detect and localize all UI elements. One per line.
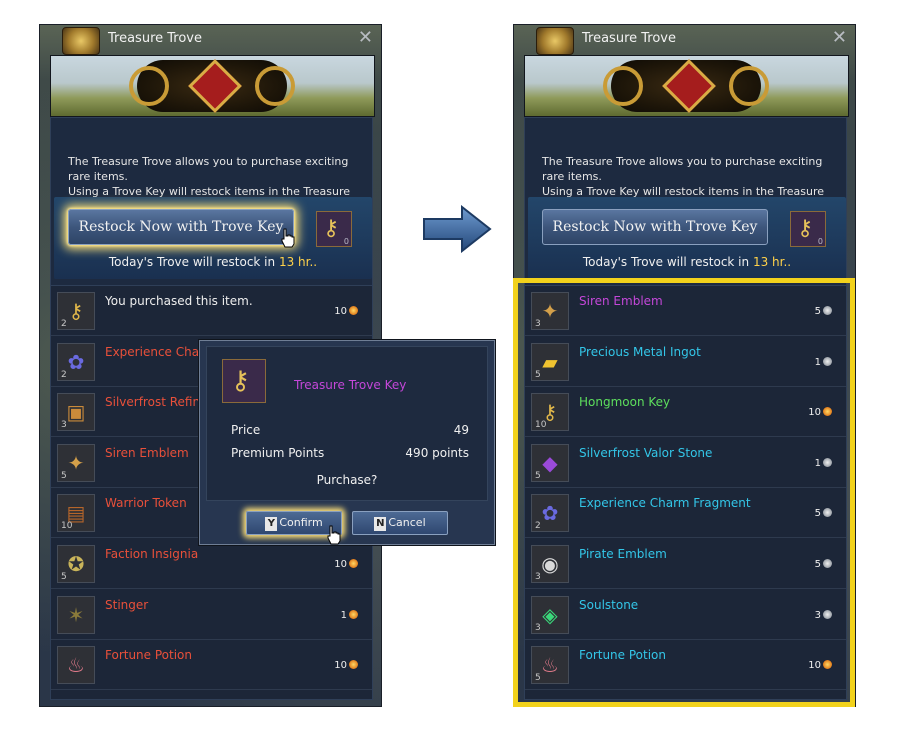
item-name: Warrior Token xyxy=(105,496,187,511)
item-cost-value: 10 xyxy=(334,559,347,570)
item-quantity: 5 xyxy=(61,572,67,582)
cancel-button[interactable]: N Cancel xyxy=(352,511,448,535)
key-icon: ⚷ 2 xyxy=(57,292,95,330)
item-name: Fortune Potion xyxy=(105,648,192,663)
restock-button[interactable]: Restock Now with Trove Key xyxy=(68,209,294,245)
item-row[interactable]: ⚷ 2 You purchased this item. 10 xyxy=(51,286,372,336)
price-value: 49 xyxy=(453,423,469,437)
right-arrow-icon xyxy=(423,205,492,253)
trove-key-icon: ⚷ xyxy=(797,216,814,241)
title-bar: Treasure Trove ✕ xyxy=(40,25,381,55)
restock-button[interactable]: Restock Now with Trove Key xyxy=(542,209,768,245)
trove-key-item-icon: ⚷ xyxy=(222,359,266,403)
stinger-icon: ✶ xyxy=(57,595,95,634)
description-line-1: The Treasure Trove allows you to purchas… xyxy=(68,155,349,183)
item-cost: 10 xyxy=(334,559,358,570)
trove-key-icon: ⚷ xyxy=(323,216,340,241)
item-name: Silverfrost Refinin xyxy=(105,395,211,410)
item-cost: 1 xyxy=(340,609,358,621)
hand-cursor-icon xyxy=(327,525,341,545)
dialog-item-name: Treasure Trove Key xyxy=(294,378,407,392)
item-row[interactable]: ♨ Fortune Potion 10 xyxy=(51,640,372,691)
cancel-hotkey: N xyxy=(374,517,387,531)
insignia-icon: ✪ 5 xyxy=(57,545,95,583)
item-cost-value: 10 xyxy=(334,660,347,672)
restock-timer: Today's Trove will restock in 13 hr.. xyxy=(54,255,372,269)
item-quantity: 2 xyxy=(61,369,67,380)
purchase-confirm-dialog: ⚷ Treasure Trove Key Price 49 Premium Po… xyxy=(199,340,495,545)
charm-icon: ✿ 2 xyxy=(57,342,95,381)
item-quantity: 5 xyxy=(61,470,67,481)
item-name: Siren Emblem xyxy=(105,445,189,460)
cancel-label: Cancel xyxy=(388,516,426,529)
purchase-question: Purchase? xyxy=(316,473,378,487)
trove-key-count: 0 xyxy=(817,237,823,246)
hand-cursor-icon xyxy=(281,228,295,248)
confirm-hotkey: Y xyxy=(265,517,278,531)
item-name: You purchased this item. xyxy=(105,294,253,308)
item-cost-value: 1 xyxy=(340,609,347,621)
item-quantity: 3 xyxy=(61,420,67,431)
trove-key-slot[interactable]: ⚷ 0 xyxy=(790,211,826,247)
item-cost-value: 10 xyxy=(334,306,347,317)
restock-timer-prefix: Today's Trove will restock in xyxy=(108,255,276,269)
chest-icon: ▣ 3 xyxy=(57,393,95,432)
item-name: Stinger xyxy=(105,597,149,612)
token-icon: ▤ 10 xyxy=(57,494,95,533)
gold-coin-icon xyxy=(349,306,358,315)
restocked-items-highlight xyxy=(513,278,855,707)
restock-timer: Today's Trove will restock in 13 hr.. xyxy=(528,255,846,269)
item-cost: 10 xyxy=(334,306,358,317)
trove-emblem-icon xyxy=(536,27,574,55)
trove-key-count: 0 xyxy=(343,237,349,246)
trove-banner-image xyxy=(50,55,375,117)
item-name: Faction Insignia xyxy=(105,547,199,561)
premium-points-label: Premium Points xyxy=(231,446,325,460)
window-title: Treasure Trove xyxy=(108,31,202,46)
gold-coin-icon xyxy=(349,660,358,670)
potion-icon: ♨ xyxy=(57,646,95,685)
item-row[interactable]: ✪ 5 Faction Insignia 10 xyxy=(51,539,372,589)
gold-coin-icon xyxy=(349,609,358,619)
restock-timer-hours: 13 hr.. xyxy=(278,255,318,269)
close-icon[interactable]: ✕ xyxy=(832,28,847,48)
item-quantity: 2 xyxy=(61,319,67,329)
window-title: Treasure Trove xyxy=(582,31,676,46)
item-row[interactable]: ✶ Stinger 1 xyxy=(51,590,372,640)
description-line-1: The Treasure Trove allows you to purchas… xyxy=(542,155,823,183)
gold-coin-icon xyxy=(349,559,358,568)
premium-points-value: 490 points xyxy=(405,446,469,460)
confirm-label: Confirm xyxy=(279,516,323,529)
price-label: Price xyxy=(231,423,261,437)
item-cost: 10 xyxy=(334,660,358,671)
trove-banner-image xyxy=(524,55,849,117)
close-icon[interactable]: ✕ xyxy=(358,28,373,48)
emblem-icon: ✦ 5 xyxy=(57,443,95,482)
item-quantity: 10 xyxy=(61,521,73,532)
restock-timer-hours: 13 hr.. xyxy=(752,255,792,269)
title-bar: Treasure Trove ✕ xyxy=(514,25,855,55)
restock-timer-prefix: Today's Trove will restock in xyxy=(582,255,750,269)
trove-emblem-icon xyxy=(62,27,100,55)
trove-key-slot[interactable]: ⚷ 0 xyxy=(316,211,352,247)
dialog-content: ⚷ Treasure Trove Key Price 49 Premium Po… xyxy=(206,346,488,501)
